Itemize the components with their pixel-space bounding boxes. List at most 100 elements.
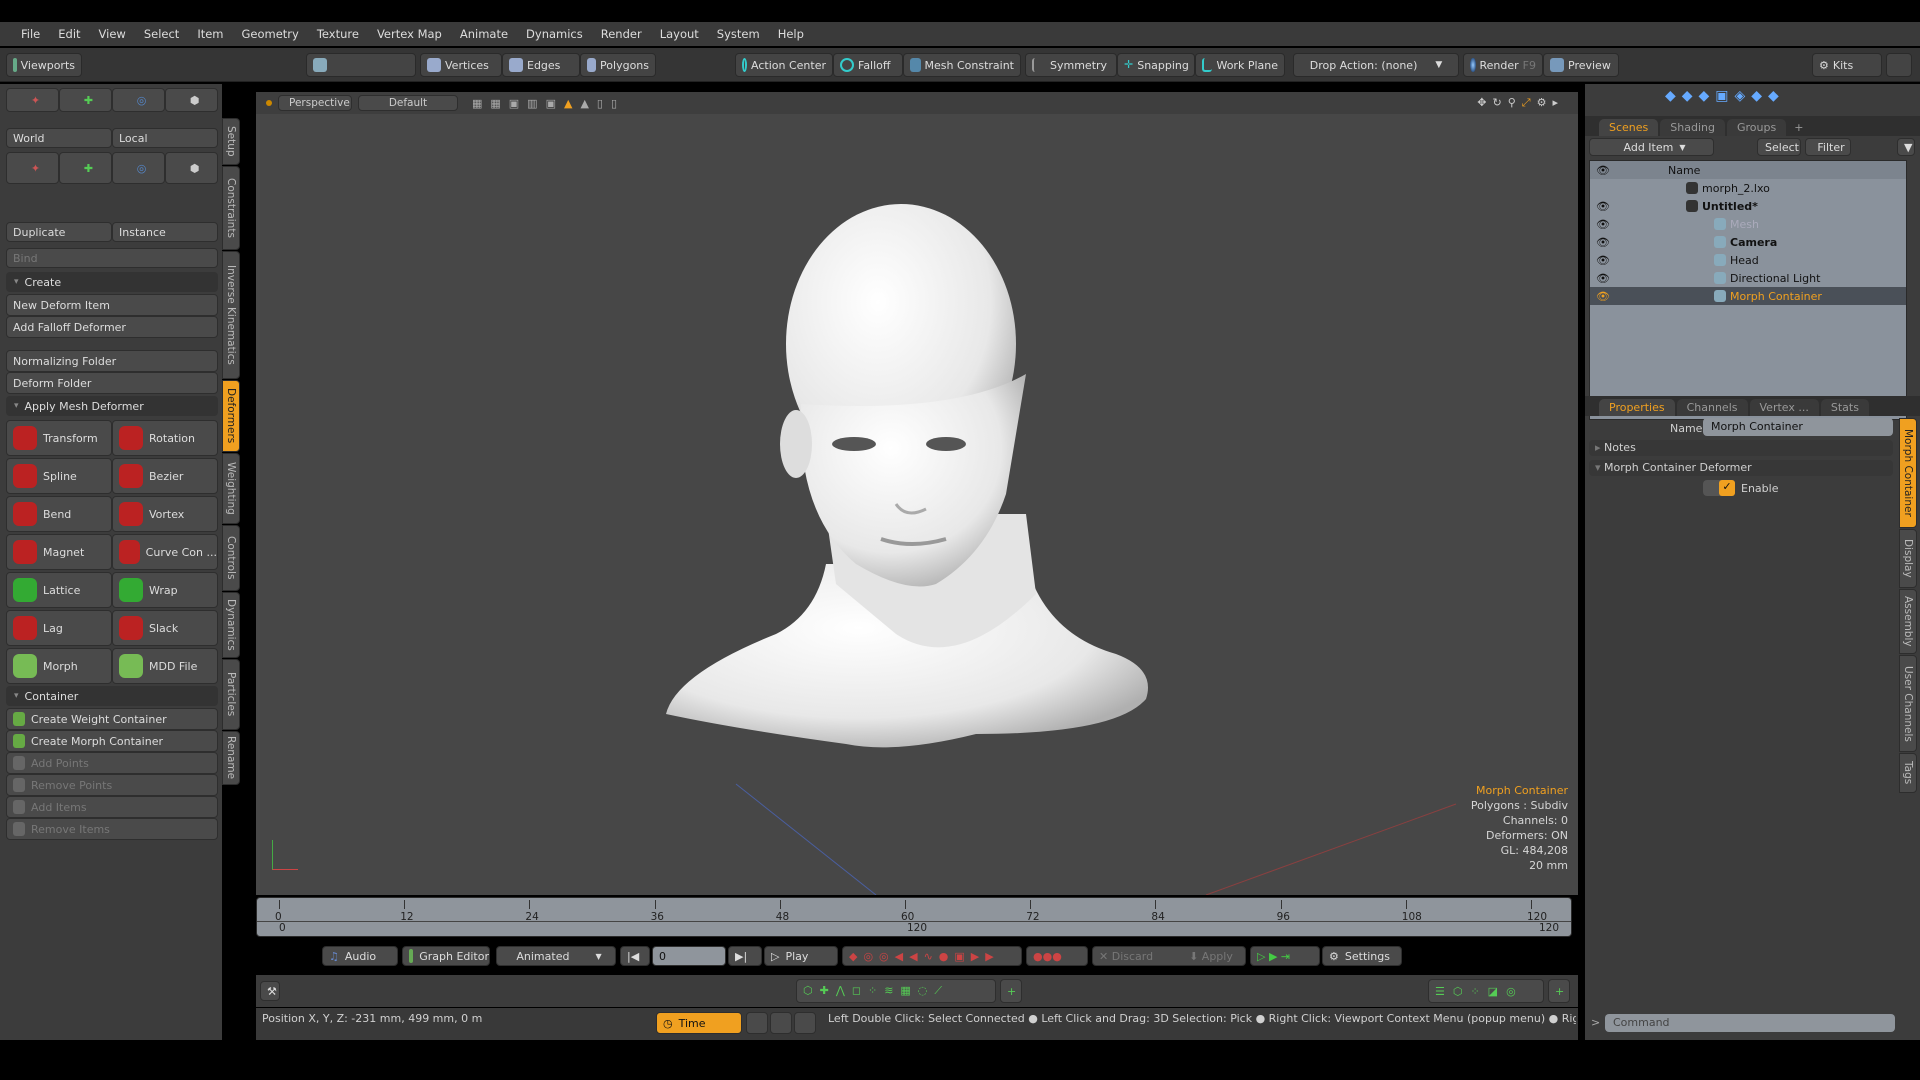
tool-icon-button[interactable]: ◎	[112, 152, 165, 184]
command-input[interactable]: Command	[1605, 1014, 1895, 1032]
container-create-weight-container-button[interactable]: Create Weight Container	[6, 708, 218, 730]
item-icons-toolbar[interactable]: ◆◆◆▣◈◆◆	[1665, 88, 1835, 110]
vertices-button[interactable]: Vertices	[420, 53, 502, 77]
deformer-rotation-button[interactable]: Rotation	[112, 420, 218, 456]
container-remove-points-button[interactable]: Remove Points	[6, 774, 218, 796]
container-remove-items-button[interactable]: Remove Items	[6, 818, 218, 840]
menu-item[interactable]: Item	[188, 27, 232, 41]
timeline[interactable]: 0 12 24 36 48 60 72 84 96 108 120 0 120 120	[256, 897, 1572, 937]
skip-end-button[interactable]: ▶|	[728, 946, 762, 966]
eye-icon[interactable]: 👁	[1590, 218, 1714, 231]
settings-button[interactable]: ⚙ Settings	[1322, 946, 1402, 966]
menu-animate[interactable]: Animate	[451, 27, 517, 41]
tool-icon-button[interactable]: ◎	[112, 88, 165, 112]
panel-icon[interactable]	[770, 1012, 792, 1034]
tool-icon-button[interactable]: ⬢	[165, 88, 218, 112]
deformer-lattice-button[interactable]: Lattice	[6, 572, 112, 608]
menu-layout[interactable]: Layout	[651, 27, 708, 41]
symmetry-button[interactable]: Symmetry	[1025, 53, 1117, 77]
container-create-morph-container-button[interactable]: Create Morph Container	[6, 730, 218, 752]
filter-button[interactable]: Filter	[1805, 138, 1851, 156]
selection-tools[interactable]	[306, 53, 416, 77]
drop-action-dropdown[interactable]: Drop Action: (none) ▼	[1293, 53, 1459, 77]
menu-dynamics[interactable]: Dynamics	[517, 27, 592, 41]
tab-dynamics[interactable]: Dynamics	[222, 591, 240, 658]
add-tab-icon[interactable]: +	[1788, 119, 1809, 136]
deformer-slack-button[interactable]: Slack	[112, 610, 218, 646]
menu-render[interactable]: Render	[592, 27, 651, 41]
instance-button[interactable]: Instance	[112, 222, 218, 242]
tab-setup[interactable]: Setup	[222, 118, 240, 165]
add-mode-button[interactable]: +	[1000, 979, 1022, 1003]
add-item-button[interactable]: Add Item ▼	[1589, 138, 1714, 156]
menu-system[interactable]: System	[708, 27, 769, 41]
kits-button[interactable]: ⚙ Kits	[1812, 53, 1882, 77]
layer-icons[interactable]: ☰⬡⁘◪◎	[1428, 979, 1544, 1003]
tab-inverse-kinematics[interactable]: Inverse Kinematics	[222, 251, 240, 379]
container-add-items-button[interactable]: Add Items	[6, 796, 218, 818]
local-button[interactable]: Local	[112, 128, 218, 148]
container-section[interactable]: Container	[6, 686, 218, 706]
outliner-item[interactable]: 👁 Directional Light	[1590, 269, 1906, 287]
audio-button[interactable]: ♫ Audio	[322, 946, 398, 966]
deformer-morph-button[interactable]: Morph	[6, 648, 112, 684]
tab-stats[interactable]: Stats	[1820, 399, 1869, 416]
side-tab-assembly[interactable]: Assembly	[1899, 588, 1917, 654]
add-falloff-deformer-dropdown[interactable]: Add Falloff Deformer	[6, 316, 218, 338]
key-tools[interactable]: ◆◎◎◀◀∿●▣▶▶	[842, 946, 1022, 966]
layout-toggle-button[interactable]	[1886, 53, 1912, 77]
deformer-section[interactable]: ▾ Morph Container Deformer	[1589, 460, 1893, 476]
world-button[interactable]: World	[6, 128, 112, 148]
play-options[interactable]: ▷ ▶ ⇥	[1250, 946, 1320, 966]
outliner-item[interactable]: 👁 Camera	[1590, 233, 1906, 251]
mesh-constraint-button[interactable]: Mesh Constraint	[903, 53, 1021, 77]
duplicate-button[interactable]: Duplicate	[6, 222, 112, 242]
wrench-icon[interactable]: ⚒	[260, 981, 280, 1001]
deformer-bezier-button[interactable]: Bezier	[112, 458, 218, 494]
tab-controls[interactable]: Controls	[222, 525, 240, 591]
tool-icon-button[interactable]: ✚	[59, 88, 112, 112]
outliner-item[interactable]: 👁 Mesh	[1590, 215, 1906, 233]
select-button[interactable]: Select	[1757, 138, 1801, 156]
deformer-vortex-button[interactable]: Vortex	[112, 496, 218, 532]
apply-mesh-deformer-section[interactable]: Apply Mesh Deformer	[6, 396, 218, 416]
menu-help[interactable]: Help	[769, 27, 813, 41]
record-tools[interactable]: ●●●	[1026, 946, 1088, 966]
outliner-item[interactable]: 👁 Head	[1590, 251, 1906, 269]
tab-vertex[interactable]: Vertex ...	[1749, 399, 1819, 416]
preview-button[interactable]: Preview	[1543, 53, 1619, 77]
animated-dropdown[interactable]: Animated ▼	[496, 946, 616, 966]
mode-icons[interactable]: ⬡✚⋀◻⁘≋▦◌⟋	[796, 979, 996, 1003]
snapping-button[interactable]: ✛ Snapping	[1117, 53, 1195, 77]
deformer-mdd-file-button[interactable]: MDD File	[112, 648, 218, 684]
viewport-display-icons[interactable]: ▦▦▣▥▣▲▲▯▯	[472, 97, 625, 110]
filter-icon[interactable]: ▼	[1897, 138, 1915, 156]
deformer-transform-button[interactable]: Transform	[6, 420, 112, 456]
menu-select[interactable]: Select	[135, 27, 188, 41]
falloff-button[interactable]: Falloff	[833, 53, 903, 77]
tab-properties[interactable]: Properties	[1599, 399, 1675, 416]
tab-channels[interactable]: Channels	[1676, 399, 1748, 416]
enable-checkbox[interactable]: ✓	[1703, 480, 1735, 496]
render-button[interactable]: Render F9	[1463, 53, 1543, 77]
eye-icon[interactable]: 👁	[1590, 254, 1714, 267]
notes-section[interactable]: ▸ Notes	[1589, 440, 1893, 456]
tab-shading[interactable]: Shading	[1660, 119, 1725, 136]
menu-file[interactable]: File	[12, 27, 49, 41]
play-button[interactable]: ▷ Play	[764, 946, 838, 966]
eye-icon[interactable]: 👁	[1590, 200, 1686, 213]
tool-icon-button[interactable]: ⬢	[165, 152, 218, 184]
tool-icon-button[interactable]: ✦	[6, 88, 59, 112]
add-layer-button[interactable]: +	[1548, 979, 1570, 1003]
deformer-magnet-button[interactable]: Magnet	[6, 534, 112, 570]
tab-rename[interactable]: Rename	[222, 731, 240, 785]
deform-folder-button[interactable]: Deform Folder	[6, 372, 218, 394]
create-section[interactable]: Create	[6, 272, 218, 292]
action-center-button[interactable]: Action Center	[735, 53, 833, 77]
menu-edit[interactable]: Edit	[49, 27, 89, 41]
tab-groups[interactable]: Groups	[1726, 119, 1787, 136]
view-type-dropdown[interactable]: Perspective	[278, 95, 352, 111]
outliner-item[interactable]: 👁 Morph Container	[1590, 287, 1906, 305]
menu-vertex-map[interactable]: Vertex Map	[368, 27, 451, 41]
time-button[interactable]: ◷ Time	[656, 1012, 742, 1034]
